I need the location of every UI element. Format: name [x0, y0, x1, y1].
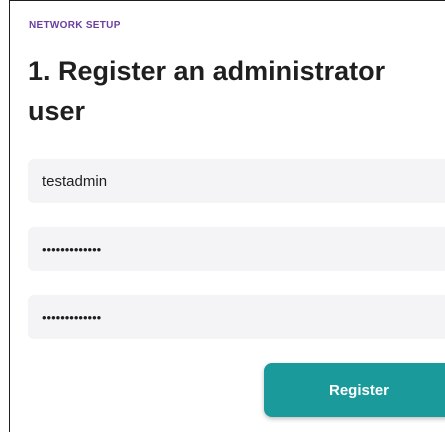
register-button[interactable]: Register	[264, 363, 445, 417]
network-setup-panel: NETWORK SETUP 1. Register an administrat…	[9, 0, 445, 432]
page-title: 1. Register an administrator user	[28, 56, 386, 126]
username-field[interactable]	[28, 159, 445, 203]
section-eyebrow: NETWORK SETUP	[29, 20, 121, 31]
confirm-password-field[interactable]	[28, 295, 445, 339]
password-field[interactable]	[28, 227, 445, 271]
